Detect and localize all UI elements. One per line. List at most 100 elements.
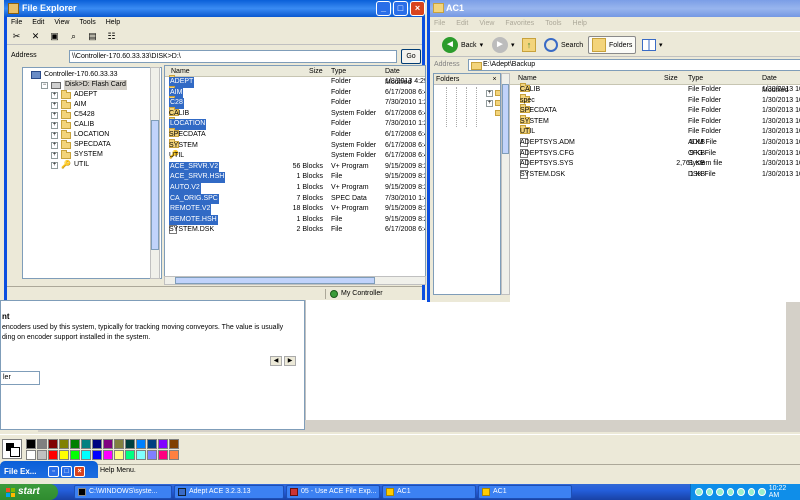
column-size[interactable]: Size [309,66,323,77]
tree-collapse-icon[interactable]: − [41,81,48,89]
tray-icon[interactable] [726,488,735,496]
file-row[interactable]: SYSTEM System Folder 6/17/2008 6:4 [165,138,425,152]
column-type[interactable]: Type [331,66,346,77]
tree-expand-icon[interactable]: + [51,101,58,109]
search-button[interactable]: Search [544,36,583,54]
tree-item[interactable]: Controller-170.60.33.33 [23,70,161,80]
color-swatch[interactable] [125,450,135,460]
file-row[interactable]: AUTO.V2 1 Blocks V+ Program 9/15/2009 8:2 [165,182,425,194]
file-row[interactable]: SPECDATA Folder 6/17/2008 6:4 [165,127,425,141]
file-row[interactable]: REMOTE.HSH 1 Blocks File 9/15/2009 8:2 [165,214,425,226]
color-swatch[interactable] [114,450,124,460]
tray-icon[interactable] [705,488,714,496]
menu-view[interactable]: View [54,17,69,29]
close-icon[interactable]: × [74,465,85,477]
file-list-hscroll[interactable] [164,276,426,285]
color-swatch[interactable] [48,450,58,460]
color-swatch[interactable] [48,439,58,449]
tree-item[interactable]: + SYSTEM [23,149,161,160]
color-swatch[interactable] [81,450,91,460]
file-row[interactable]: ADEPTSYS.ADM 5 KB ADM File 1/30/2013 10 [510,137,800,149]
menu-file[interactable]: File [11,17,22,29]
tray-icon[interactable] [716,488,724,496]
color-swatch[interactable] [158,439,168,449]
address-input[interactable]: \\Controller-170.60.33.33\DISK>D:\ [69,50,397,63]
back-button[interactable]: ◄ Back ▾ [442,36,483,54]
file-row[interactable]: ACE_SRVR.V2 56 Blocks V+ Program 9/15/2009 … [165,161,425,173]
views-button[interactable]: ▾ [642,36,663,54]
folder-up-icon[interactable]: ▤ [87,31,98,42]
tree-expand-icon[interactable]: + [51,141,58,149]
folders-pane-scrollbar[interactable] [501,73,510,295]
taskbar-button-ac1[interactable]: AC1 [382,485,476,499]
file-row[interactable]: REMOTE.V2 18 Blocks V+ Program 9/15/2009 8:… [165,204,425,215]
color-swatch[interactable] [59,450,69,460]
file-row[interactable]: CA_ORIG.SPC 7 Blocks SPEC Data 7/30/2010 1:… [165,193,425,205]
menu-help[interactable]: Help [573,17,587,31]
chevron-down-icon[interactable]: ▾ [511,41,515,49]
color-swatch[interactable] [37,450,47,460]
file-row[interactable]: SYSTEM.DSK 1 KB DSK File 1/30/2013 10 [510,169,800,181]
pane-scroll-arrows[interactable]: ◀ ▶ [270,356,298,366]
color-swatch[interactable] [81,439,91,449]
color-swatch[interactable] [70,450,80,460]
file-row[interactable]: CALIB File Folder 1/30/2013 10 [510,83,800,96]
menu-tools[interactable]: Tools [79,17,95,29]
color-swatch[interactable] [114,439,124,449]
maximize-icon[interactable]: □ [61,465,72,477]
menu-view[interactable]: View [479,17,494,31]
forward-button[interactable]: ► ▾ [492,36,515,54]
color-swatch[interactable] [70,439,80,449]
tree-item[interactable]: + CALIB [23,119,161,130]
tray-icon[interactable] [737,488,745,496]
folder-tree-scrollbar[interactable] [150,67,160,279]
file-row[interactable]: C28 Folder 7/30/2010 1:2 [165,96,425,109]
tree-expand-icon[interactable]: + [486,90,493,97]
tree-item[interactable]: + LOCATION [23,129,161,140]
file-row[interactable]: CALIB System Folder 6/17/2008 6:4 [165,106,425,120]
tray-icon[interactable] [695,488,703,496]
file-row[interactable]: ADEPT Folder 1/8/2013 4:29 [165,75,425,88]
scrollbar-thumb[interactable] [502,84,509,154]
tree-item[interactable]: + C5428 [23,109,161,120]
file-row[interactable]: SPECDATA File Folder 1/30/2013 10 [510,104,800,117]
color-swatch[interactable] [103,450,113,460]
column-type[interactable]: Type [688,73,703,85]
file-row[interactable]: LOCATION Folder 7/30/2010 1:2 [165,117,425,130]
search-icon[interactable]: ⌕ [68,31,79,42]
close-icon[interactable]: × [410,1,425,16]
tree-expand-icon[interactable]: + [51,131,58,139]
menu-tools[interactable]: Tools [545,17,561,31]
menu-help[interactable]: Help [106,17,120,29]
tree-item[interactable]: + ADEPT [23,89,161,100]
maximize-icon[interactable]: □ [393,1,408,16]
color-swatch[interactable] [103,439,113,449]
menu-edit[interactable]: Edit [32,17,44,29]
background-field[interactable]: ler [0,371,40,385]
tree-expand-icon[interactable]: + [51,161,58,169]
color-swatch[interactable] [158,450,168,460]
tree-expand-icon[interactable]: + [486,100,493,107]
views-icon[interactable]: ☷ [106,31,117,42]
taskbar-button-document[interactable]: 05 - Use ACE File Exp... [286,485,380,499]
minimized-file-explorer[interactable]: File Ex... ▫ □ × [0,461,98,478]
background-color[interactable] [10,447,20,457]
menu-edit[interactable]: Edit [456,17,468,31]
color-swatch[interactable] [26,450,36,460]
scroll-right-icon[interactable]: ▶ [284,356,296,366]
color-swatch[interactable] [92,439,102,449]
chevron-down-icon[interactable]: ▾ [659,41,663,49]
file-row[interactable]: AIM Folder 6/17/2008 6:4 [165,85,425,99]
color-swatch[interactable] [136,450,146,460]
tree-item[interactable]: + SPECDATA [23,139,161,150]
taskbar-button-cmd[interactable]: C:\WINDOWS\syste... [74,485,172,499]
color-swatch[interactable] [125,439,135,449]
color-swatch[interactable] [169,439,179,449]
background-vertical-scrollbar[interactable] [786,300,800,432]
controller-icon[interactable]: ▣ [49,31,60,42]
color-swatch[interactable] [92,450,102,460]
menu-favorites[interactable]: Favorites [505,17,534,31]
tree-expand-icon[interactable]: + [51,121,58,129]
taskbar-button-ac1[interactable]: AC1 [478,485,572,499]
tree-item[interactable]: + AIM [23,99,161,110]
